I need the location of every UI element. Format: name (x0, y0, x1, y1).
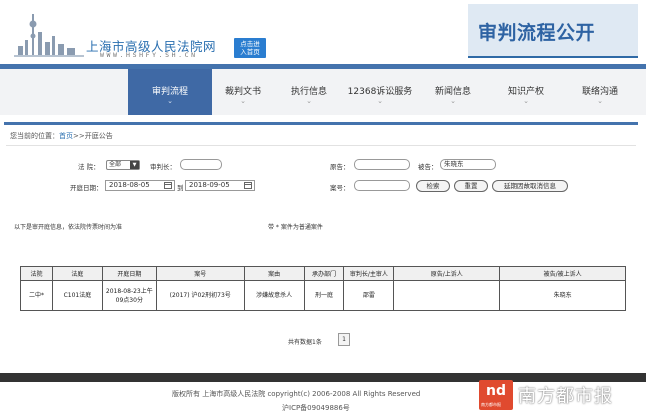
cell-department: 刑一庭 (303, 280, 345, 311)
chevron-down-icon: ⌄ (240, 97, 246, 105)
calendar-icon[interactable] (164, 182, 172, 189)
breadcrumb-home-link[interactable]: 首页 (59, 132, 73, 140)
nav-item-trial-process[interactable]: 审判流程 ⌄ (128, 69, 212, 115)
date-from-value: 2018-08-05 (109, 181, 150, 189)
cell-cause: 涉嫌故意杀人 (243, 280, 305, 311)
footer-copyright: 版权所有 上海市高级人民法院 copyright(c) 2006-2008 Al… (172, 390, 421, 398)
reset-button[interactable]: 重置 (454, 180, 488, 192)
search-button[interactable]: 检索 (416, 180, 450, 192)
nav-item-execution[interactable]: 执行信息 ⌄ (276, 69, 342, 115)
footer-bar (0, 373, 646, 382)
chevron-down-icon: ⌄ (377, 97, 383, 105)
cell-case-no: (2017) 沪02刑初73号 (155, 280, 245, 311)
court-select-value: 全部 (109, 161, 122, 168)
nav-label: 知识产权 (507, 87, 544, 97)
date-to-value: 2018-09-05 (189, 181, 230, 189)
case-no-label: 案号： (330, 184, 350, 192)
main-nav: 审判流程 ⌄ 裁判文书 ⌄ 执行信息 ⌄ 12368诉讼服务 ⌄ 新闻信息 ⌄ … (0, 64, 646, 115)
nav-label: 执行信息 (290, 87, 327, 97)
page-number-button[interactable]: 1 (338, 333, 350, 346)
table-header-row: 法院 法庭 开庭日期 案号 案由 承办部门 审判长/主审人 原告/上诉人 被告/… (20, 266, 626, 281)
chevron-down-icon: ⌄ (523, 97, 529, 105)
city-skyline-logo-icon (14, 14, 84, 57)
col-cause: 案由 (243, 266, 305, 281)
watermark-brand: 南方都市报 (518, 386, 613, 407)
chevron-down-icon: ⌄ (306, 97, 312, 105)
chevron-down-icon: ⌄ (450, 97, 456, 105)
nav-item-news[interactable]: 新闻信息 ⌄ (418, 69, 488, 115)
cell-court: 二中* (20, 280, 53, 311)
defendant-input[interactable]: 朱晓东 (440, 159, 496, 170)
notice-right: 带 * 案件为普通案件 (268, 224, 323, 231)
cell-courtroom: C101法庭 (51, 280, 103, 311)
defendant-label: 被告： (418, 163, 438, 171)
col-department: 承办部门 (303, 266, 345, 281)
col-court: 法院 (20, 266, 53, 281)
hearing-table: 法院 法庭 开庭日期 案号 案由 承办部门 审判长/主审人 原告/上诉人 被告/… (20, 266, 626, 311)
date-label: 开庭日期： (70, 184, 103, 192)
chevron-down-icon: ⌄ (597, 97, 603, 105)
site-url: WWW.HSHFY.SH.CN (100, 51, 198, 59)
cell-date-line2: 09点30分 (115, 296, 143, 304)
enter-homepage-label-2: 入首页 (240, 48, 260, 56)
nav-label: 12368诉讼服务 (347, 87, 413, 97)
nav-item-contact[interactable]: 联络沟通 ⌄ (564, 69, 636, 115)
postponed-info-button[interactable]: 延期因故取消信息 (492, 180, 568, 192)
breadcrumb-prefix: 您当前的位置： (10, 132, 59, 140)
enter-homepage-button[interactable]: 点击进 入首页 (234, 38, 266, 58)
col-judge: 审判长/主审人 (343, 266, 395, 281)
nav-label: 审判流程 (151, 87, 188, 97)
nav-label: 裁判文书 (224, 87, 261, 97)
pager-total: 共有数据1条 (288, 339, 322, 346)
judge-input[interactable] (180, 159, 222, 170)
nav-item-judgments[interactable]: 裁判文书 ⌄ (212, 69, 274, 115)
table-row[interactable]: 二中* C101法庭 2018-08-23上午 09点30分 (2017) 沪0… (20, 280, 626, 311)
cell-date-line1: 2018-08-23上午 (105, 287, 153, 295)
nav-label: 联络沟通 (581, 87, 618, 97)
case-no-input[interactable] (354, 180, 410, 191)
enter-homepage-label-1: 点击进 (240, 39, 260, 48)
nav-label: 新闻信息 (434, 87, 471, 97)
court-select[interactable]: 全部 ▼ (106, 160, 140, 170)
date-to-label: 到 (177, 184, 184, 192)
nav-item-ip[interactable]: 知识产权 ⌄ (490, 69, 562, 115)
date-to-input[interactable]: 2018-09-05 (185, 180, 255, 191)
breadcrumb-separator: >> (73, 132, 85, 140)
chevron-down-icon: ⌄ (167, 97, 173, 105)
cell-defendant: 朱晓东 (499, 280, 626, 311)
plaintiff-label: 原告： (330, 163, 350, 171)
cell-date: 2018-08-23上午 09点30分 (101, 280, 157, 311)
divider (6, 145, 636, 146)
footer-icp: 沪ICP备09049886号 (282, 404, 350, 412)
col-defendant: 被告/被上诉人 (499, 266, 626, 281)
cell-plaintiff (393, 280, 501, 311)
content-panel: 您当前的位置：首页>>开庭公告 法 院： 全部 ▼ 审判长： 原告： 被告： 朱… (4, 122, 638, 362)
calendar-icon[interactable] (244, 182, 252, 189)
banner-title: 审判流程公开 (478, 22, 596, 44)
cell-judge: 邵雷 (343, 280, 395, 311)
date-from-input[interactable]: 2018-08-05 (105, 180, 175, 191)
breadcrumb-current: 开庭公告 (84, 132, 113, 140)
chevron-down-icon: ▼ (130, 161, 139, 169)
trial-process-banner: 审判流程公开 (468, 4, 638, 58)
col-courtroom: 法庭 (51, 266, 103, 281)
col-date: 开庭日期 (101, 266, 157, 281)
judge-label: 审判长： (150, 163, 176, 171)
site-header: 上海市高级人民法院网 WWW.HSHFY.SH.CN 点击进 入首页 审判流程公… (0, 0, 646, 64)
watermark-sub: 南方都市报 (481, 402, 501, 407)
court-label: 法 院： (78, 163, 100, 171)
nav-item-12368-service[interactable]: 12368诉讼服务 ⌄ (342, 69, 418, 115)
col-plaintiff: 原告/上诉人 (393, 266, 501, 281)
breadcrumb: 您当前的位置：首页>>开庭公告 (10, 131, 113, 141)
plaintiff-input[interactable] (354, 159, 410, 170)
col-case-no: 案号 (155, 266, 245, 281)
notice-left: 以下是审开庭信息，依法院传票时间为准 (14, 224, 123, 231)
